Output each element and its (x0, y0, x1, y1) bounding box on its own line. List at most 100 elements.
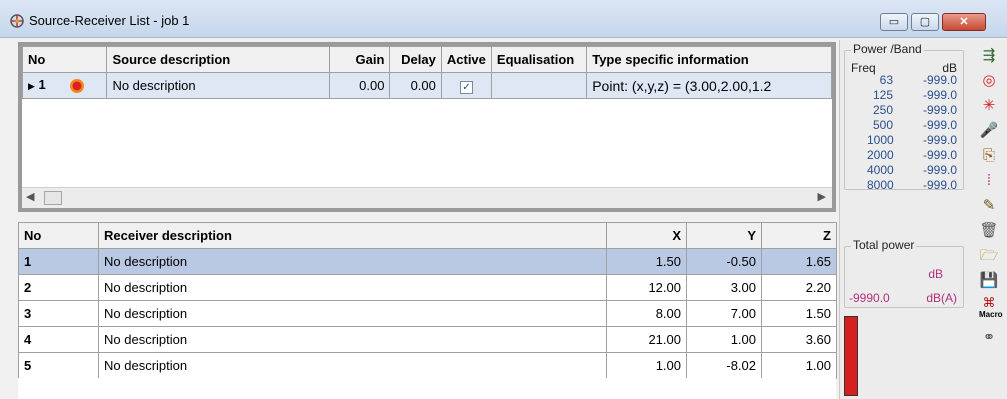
total-dba-value: -9990.0 (849, 291, 890, 305)
source-type-info[interactable]: Point: (x,y,z) = (3.00,2.00,1.2 (586, 72, 832, 99)
band-freq: 8000 (867, 178, 894, 192)
header-x[interactable]: X (606, 222, 687, 249)
minimize-icon: ▭ (888, 16, 900, 28)
scroll-right-icon[interactable]: ▶ (818, 190, 826, 203)
right-toolbar: ⇶ ◎ ✳ 🎤 ⎘ ⁞ ✎ 🗑 🗁 💾 ⌘ Macro ⚭ (970, 40, 1007, 399)
macro-icon[interactable]: ⌘ Macro (979, 295, 1003, 322)
receiver-row[interactable]: 1 No description 1.50 -0.50 1.65 (18, 248, 837, 275)
receiver-y[interactable]: -0.50 (686, 248, 762, 275)
band-row: 4000 -999.0 (851, 163, 961, 178)
close-button[interactable]: ✕ (942, 13, 986, 31)
receiver-row[interactable]: 4 No description 21.00 1.00 3.60 (18, 326, 837, 353)
band-freq: 1000 (867, 133, 894, 147)
band-row: 8000 -999.0 (851, 178, 961, 193)
trash-icon[interactable]: 🗑 (979, 221, 999, 241)
receiver-z[interactable]: 2.20 (761, 274, 837, 301)
header-z[interactable]: Z (761, 222, 837, 249)
receiver-x[interactable]: 1.00 (606, 352, 687, 379)
receiver-row[interactable]: 3 No description 8.00 7.00 1.50 (18, 300, 837, 327)
receiver-row[interactable]: 2 No description 12.00 3.00 2.20 (18, 274, 837, 301)
total-power-title: Total power (851, 238, 917, 252)
header-receiver-description[interactable]: Receiver description (98, 222, 607, 249)
receiver-description[interactable]: No description (98, 248, 607, 275)
receiver-z[interactable]: 3.60 (761, 326, 837, 353)
header-type-info[interactable]: Type specific information (586, 46, 832, 73)
horizontal-scrollbar[interactable]: ◀ ▶ (22, 187, 832, 208)
receiver-no[interactable]: 1 (18, 248, 99, 275)
source-header-row: No Source description Gain Delay Active … (22, 46, 832, 73)
header-gain[interactable]: Gain (329, 46, 391, 73)
scrollbar-thumb[interactable] (44, 191, 62, 205)
receiver-no[interactable]: 5 (18, 352, 99, 379)
source-gain[interactable]: 0.00 (329, 72, 391, 99)
maximize-button[interactable]: ▢ (911, 13, 939, 31)
save-icon[interactable]: 💾 (979, 271, 999, 291)
burst-icon[interactable]: ✳ (979, 96, 999, 116)
source-no: 1 (38, 77, 46, 93)
receiver-description[interactable]: No description (98, 352, 607, 379)
receiver-y[interactable]: 7.00 (686, 300, 762, 327)
receiver-x[interactable]: 8.00 (606, 300, 687, 327)
receiver-z[interactable]: 1.50 (761, 300, 837, 327)
active-checkbox[interactable]: ✓ (459, 80, 473, 94)
macro-label: Macro (979, 310, 1003, 319)
copy-icon[interactable]: ⎘ (979, 146, 999, 166)
microphone-icon[interactable]: 🎤 (979, 121, 999, 141)
header-equalisation[interactable]: Equalisation (490, 46, 588, 73)
target-icon[interactable]: ◎ (979, 71, 999, 91)
receiver-description[interactable]: No description (98, 300, 607, 327)
receiver-x[interactable]: 21.00 (606, 326, 687, 353)
band-row: 1000 -999.0 (851, 133, 961, 148)
receiver-no[interactable]: 4 (18, 326, 99, 353)
point-source-icon (70, 78, 85, 93)
scroll-left-icon[interactable]: ◀ (26, 190, 34, 203)
header-y[interactable]: Y (686, 222, 762, 249)
title-bar: Source-Receiver List - job 1 ▭ ▢ ✕ (0, 0, 1007, 38)
header-active[interactable]: Active (440, 46, 492, 73)
receiver-x[interactable]: 12.00 (606, 274, 687, 301)
window-title: Source-Receiver List - job 1 (29, 13, 190, 28)
band-value: -999.0 (922, 133, 957, 147)
receiver-header-row: No Receiver description X Y Z (18, 222, 837, 249)
source-delay[interactable]: 0.00 (389, 72, 442, 99)
receiver-description[interactable]: No description (98, 326, 607, 353)
power-panel: Power /Band Freq dB 63 -999.0 125 -999.0 2… (839, 40, 970, 399)
band-row: 63 -999.0 (851, 73, 961, 88)
receiver-z[interactable]: 1.65 (761, 248, 837, 275)
open-folder-icon[interactable]: 🗁 (979, 246, 999, 266)
receiver-y[interactable]: 1.00 (686, 326, 762, 353)
receiver-description[interactable]: No description (98, 274, 607, 301)
total-db-label: dB (928, 267, 943, 281)
band-row: 500 -999.0 (851, 118, 961, 133)
source-row[interactable]: ▶ 1 No description 0.00 0.00 ✓ Point: (x… (22, 72, 832, 99)
header-source-description[interactable]: Source description (106, 46, 331, 73)
header-delay[interactable]: Delay (389, 46, 442, 73)
align-tool-icon[interactable]: ⇶ (979, 46, 999, 66)
receiver-no[interactable]: 3 (18, 300, 99, 327)
total-dba-label: dB(A) (926, 291, 957, 305)
band-value: -999.0 (922, 118, 957, 132)
source-active-cell[interactable]: ✓ (440, 72, 492, 99)
band-value: -999.0 (922, 73, 957, 87)
receiver-table: No Receiver description X Y Z 1 No descr… (18, 222, 837, 379)
source-equalisation[interactable] (490, 72, 588, 99)
document-edit-icon[interactable]: ✎ (979, 196, 999, 216)
band-value: -999.0 (922, 148, 957, 162)
header-no[interactable]: No (22, 46, 108, 73)
header-no[interactable]: No (18, 222, 99, 249)
power-band-group: Power /Band Freq dB 63 -999.0 125 -999.0 2… (844, 42, 964, 193)
receiver-row[interactable]: 5 No description 1.00 -8.02 1.00 (18, 352, 837, 379)
source-no-cell[interactable]: ▶ 1 (22, 72, 108, 99)
receiver-z[interactable]: 1.00 (761, 352, 837, 379)
minimize-button[interactable]: ▭ (880, 13, 908, 31)
receiver-no[interactable]: 2 (18, 274, 99, 301)
band-row: 2000 -999.0 (851, 148, 961, 163)
link-icon[interactable]: ⚭ (979, 328, 999, 348)
macro-glyph: ⌘ (982, 295, 996, 310)
receiver-x[interactable]: 1.50 (606, 248, 687, 275)
band-freq: 63 (879, 73, 893, 87)
receiver-y[interactable]: -8.02 (686, 352, 762, 379)
dots-pattern-icon[interactable]: ⁞ (979, 171, 999, 191)
receiver-y[interactable]: 3.00 (686, 274, 762, 301)
source-description[interactable]: No description (106, 72, 331, 99)
